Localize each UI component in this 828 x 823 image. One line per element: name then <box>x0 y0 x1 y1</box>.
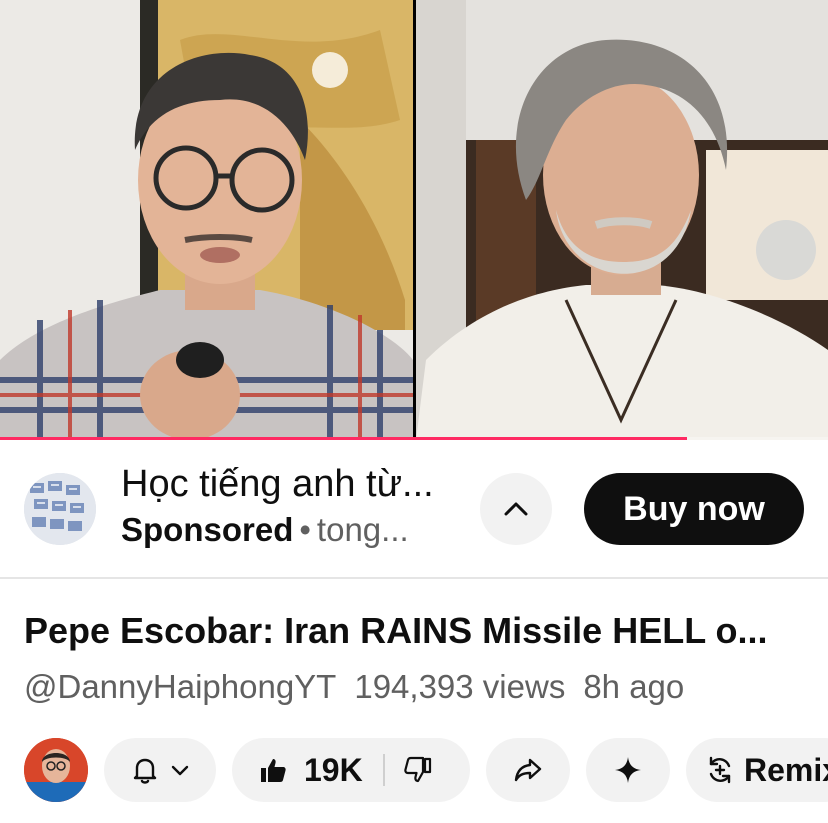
share-icon <box>512 754 544 786</box>
playback-progress-bar[interactable] <box>0 437 828 440</box>
left-speaker-image <box>0 0 413 440</box>
video-frame-left-speaker <box>0 0 413 440</box>
action-row: 19K Remix <box>0 738 828 802</box>
thumbs-down-icon <box>403 755 433 785</box>
buy-now-button[interactable]: Buy now <box>584 473 804 545</box>
ad-thumbnail[interactable] <box>24 473 96 545</box>
channel-avatar-image <box>24 738 88 802</box>
ad-thumbnail-image <box>24 473 96 545</box>
thumbs-up-icon <box>258 755 288 785</box>
ad-meta: Sponsored • tong... <box>121 511 409 549</box>
chevron-up-icon <box>501 494 531 524</box>
share-button[interactable] <box>486 738 570 802</box>
channel-handle[interactable]: @DannyHaiphongYT <box>24 668 336 705</box>
chevron-down-icon <box>169 759 191 781</box>
meta-separator: • <box>299 511 311 548</box>
video-frame-right-speaker <box>416 0 828 440</box>
sponsored-label: Sponsored <box>121 511 294 548</box>
bell-icon <box>129 754 161 786</box>
video-player[interactable] <box>0 0 828 440</box>
right-speaker-image <box>416 0 828 440</box>
ask-ai-button[interactable] <box>586 738 670 802</box>
collapse-ad-button[interactable] <box>480 473 552 545</box>
playback-progress-fill <box>0 437 688 440</box>
ad-title[interactable]: Học tiếng anh từ... <box>121 463 434 506</box>
video-title[interactable]: Pepe Escobar: Iran RAINS Missile HELL o.… <box>24 610 768 652</box>
ad-advertiser: tong... <box>316 511 409 548</box>
video-meta: @DannyHaiphongYT 194,393 views 8h ago <box>24 668 702 706</box>
subscription-bell-button[interactable] <box>104 738 216 802</box>
view-count: 194,393 views <box>354 668 566 705</box>
channel-avatar[interactable] <box>24 738 88 802</box>
upload-age: 8h ago <box>583 668 685 705</box>
remix-button[interactable]: Remix <box>686 738 828 802</box>
remix-icon <box>704 754 736 786</box>
dislike-button[interactable] <box>385 738 433 802</box>
sparkle-icon <box>613 755 643 785</box>
section-divider <box>0 577 828 579</box>
like-button[interactable]: 19K <box>232 738 363 802</box>
like-count: 19K <box>304 751 363 788</box>
remix-label: Remix <box>744 751 828 788</box>
sponsored-ad-card[interactable]: Học tiếng anh từ... Sponsored • tong... Bu… <box>0 441 828 577</box>
like-dislike-group: 19K <box>232 738 470 802</box>
